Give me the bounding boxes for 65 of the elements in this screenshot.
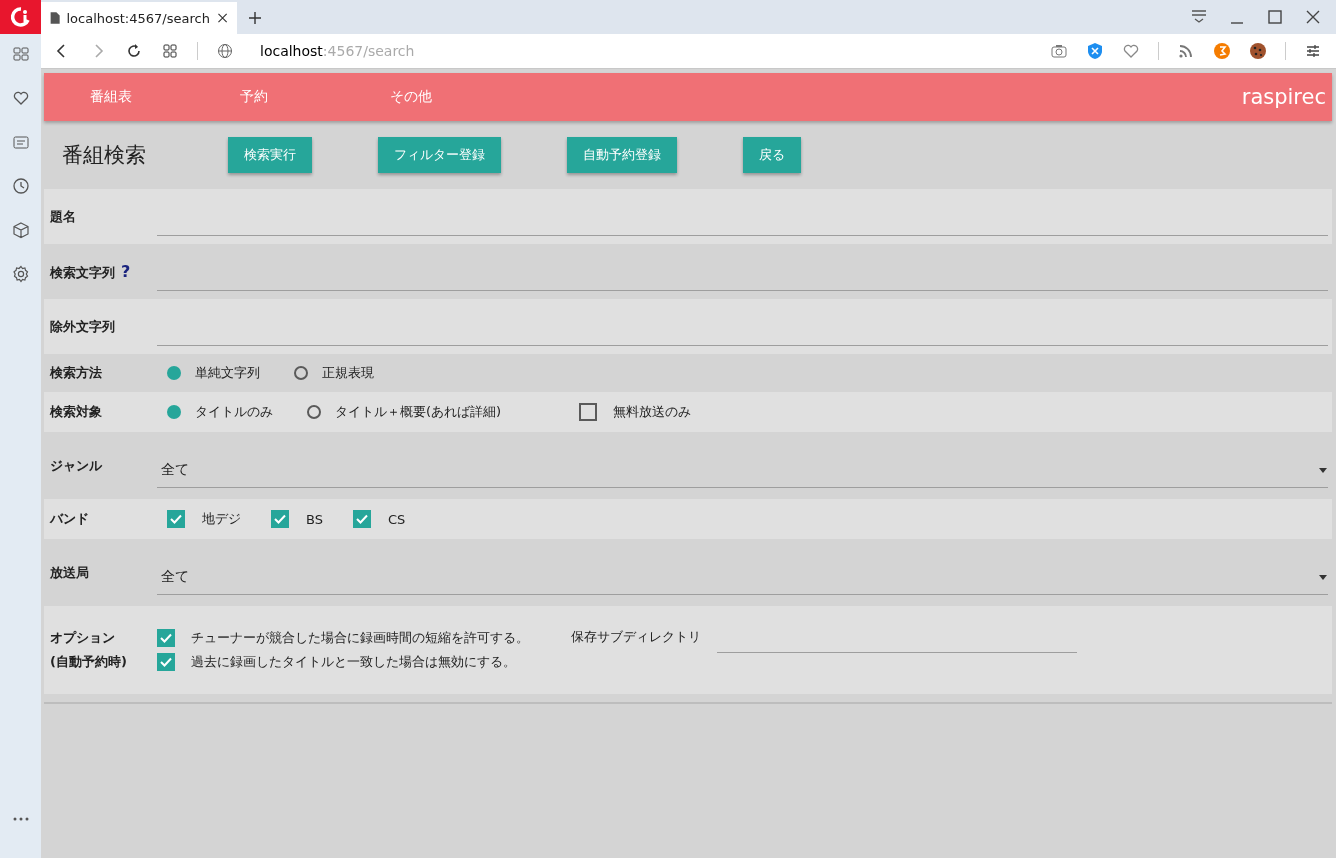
settings-icon[interactable]	[11, 265, 30, 283]
tab-title: localhost:4567/search	[66, 10, 210, 26]
checkbox[interactable]	[271, 510, 289, 528]
nav-link[interactable]: 予約	[240, 88, 390, 106]
field-label: オプション (自動予約時)	[50, 629, 128, 671]
field-label: 検索文字列	[50, 264, 115, 280]
clock-icon[interactable]	[11, 177, 30, 195]
auto-reserve-button[interactable]: 自動予約登録	[567, 137, 677, 173]
radio-label: 単純文字列	[195, 364, 260, 382]
field-label: バンド	[50, 511, 89, 526]
checkbox-label: 過去に録画したタイトルと一致した場合は無効にする。	[191, 653, 516, 671]
search-button[interactable]: 検索実行	[228, 137, 312, 173]
checkbox[interactable]	[352, 510, 371, 528]
sliders-icon[interactable]	[1304, 42, 1322, 60]
heart-icon[interactable]	[11, 89, 30, 107]
checkbox[interactable]	[157, 653, 175, 671]
radio-label: 正規表現	[322, 364, 374, 382]
dropdown[interactable]: 全て	[157, 560, 1328, 595]
globe-icon[interactable]	[216, 42, 234, 60]
radio-button[interactable]	[294, 366, 308, 380]
field-label: 保存サブディレクトリ	[571, 628, 701, 646]
field-label: 題名	[50, 208, 76, 224]
maximize-icon[interactable]	[1266, 8, 1284, 26]
address-field[interactable]: localhost:4567/search	[260, 43, 415, 59]
grid-icon[interactable]	[11, 45, 30, 63]
checkbox[interactable]	[579, 403, 598, 421]
close-icon[interactable]	[1304, 8, 1322, 26]
heart-icon[interactable]	[1122, 42, 1140, 60]
field-label: 除外文字列	[50, 318, 115, 334]
cube-icon[interactable]	[11, 221, 30, 239]
checkbox-label: BS	[306, 511, 323, 527]
grid-icon[interactable]	[161, 42, 179, 60]
rss-icon[interactable]	[1177, 42, 1195, 60]
field-label: 検索対象	[50, 404, 102, 419]
checkbox-label: 無料放送のみ	[613, 403, 692, 421]
brand-title[interactable]: raspirec	[1241, 85, 1332, 109]
camera-icon[interactable]	[1050, 42, 1068, 60]
checkbox-label: CS	[387, 511, 406, 527]
browser-tab[interactable]: localhost:4567/search	[41, 2, 237, 34]
help-link[interactable]: ?	[121, 261, 131, 281]
nav-link[interactable]: 番組表	[90, 88, 240, 106]
radio-label: タイトルのみ	[195, 403, 273, 421]
field-label: 検索方法	[50, 365, 102, 380]
page-title: 番組検索	[62, 142, 147, 169]
radio-button[interactable]	[167, 366, 181, 380]
field-label: 放送局	[50, 564, 89, 580]
radio-label: タイトル＋概要(あれば詳細)	[335, 403, 502, 421]
filter-save-button[interactable]: フィルター登録	[378, 137, 501, 173]
cookie-icon[interactable]	[1249, 42, 1267, 60]
radio-button[interactable]	[307, 405, 321, 419]
caret-icon[interactable]	[1318, 573, 1328, 581]
radio-button[interactable]	[167, 405, 181, 419]
caret-icon[interactable]	[1318, 466, 1328, 474]
back-button[interactable]: 戻る	[743, 137, 801, 173]
checkbox-label: チューナーが競合した場合に録画時間の短縮を許可する。	[191, 629, 529, 647]
nav-link[interactable]: その他	[390, 88, 540, 106]
checkbox[interactable]	[167, 510, 185, 528]
new-tab-icon[interactable]	[247, 10, 263, 26]
reload-icon[interactable]	[125, 42, 143, 60]
document-icon[interactable]	[49, 10, 61, 26]
shield-icon[interactable]	[1086, 42, 1104, 60]
checkbox[interactable]	[157, 629, 175, 647]
checkbox-label: 地デジ	[202, 510, 241, 528]
field-label: ジャンル	[50, 457, 102, 473]
dropdown[interactable]: 全て	[157, 453, 1328, 488]
